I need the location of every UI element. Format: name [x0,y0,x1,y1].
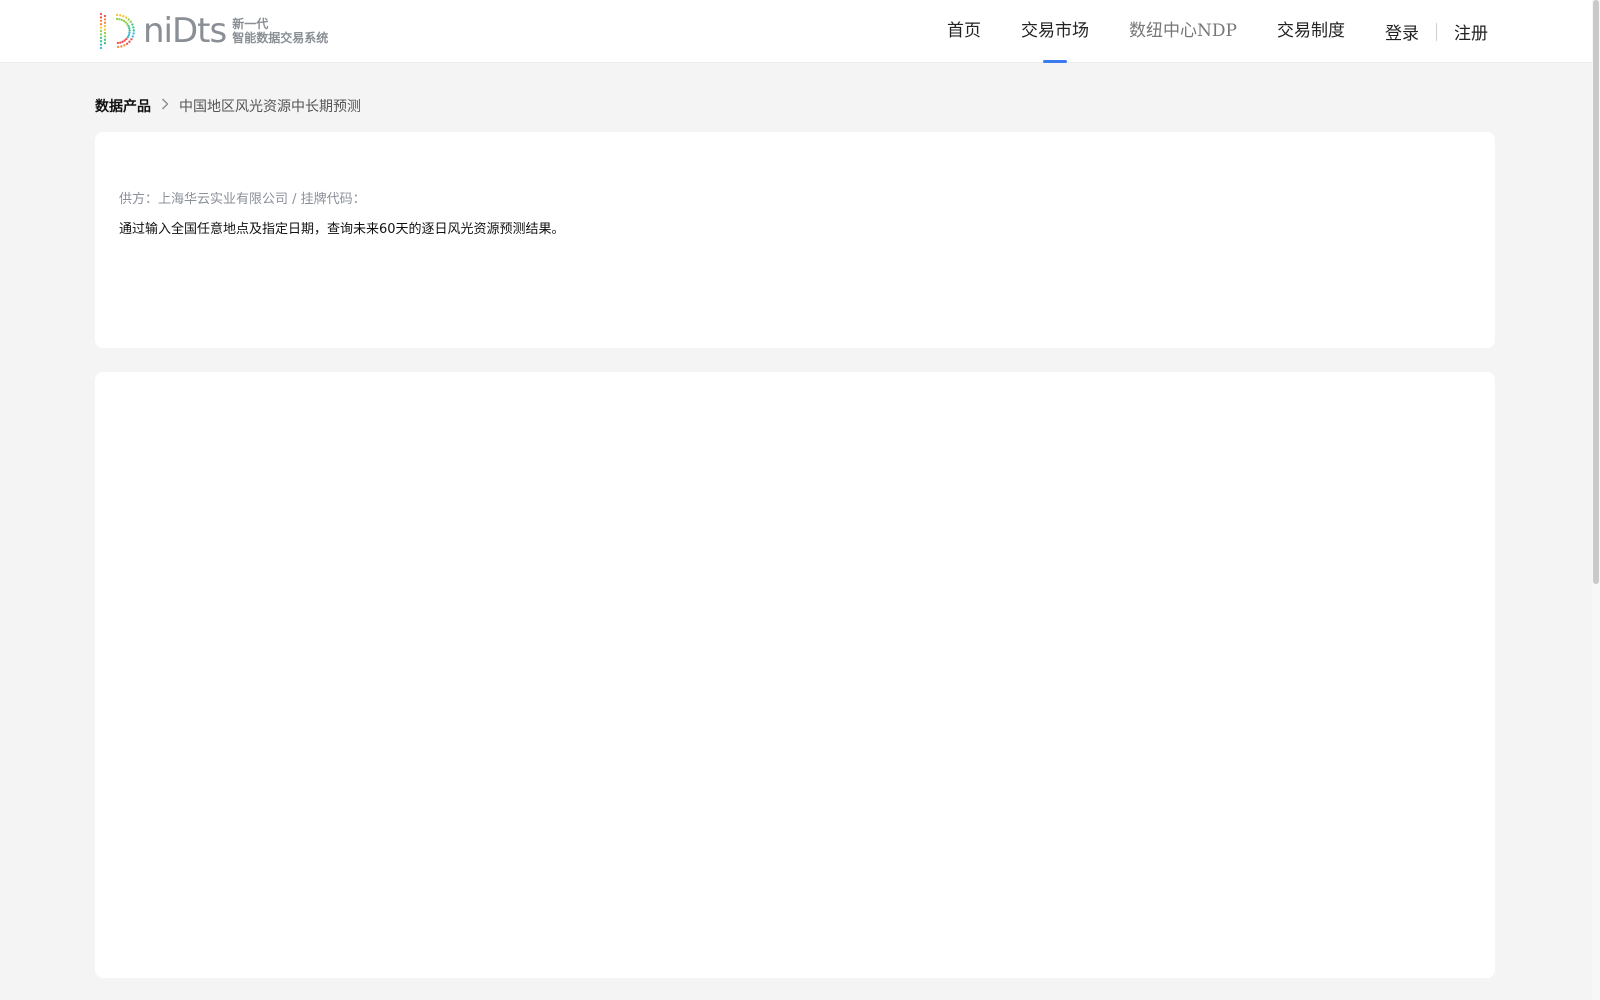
nav-item-home[interactable]: 首页 [947,0,981,63]
product-detail-panel [95,372,1495,978]
site-logo[interactable]: niDts 新一代 智能数据交易系统 [95,11,328,51]
breadcrumb-root[interactable]: 数据产品 [95,96,151,116]
scrollbar-thumb[interactable] [1593,0,1599,584]
login-link[interactable]: 登录 [1385,19,1419,44]
page-scrollbar[interactable] [1592,0,1600,1000]
top-header: niDts 新一代 智能数据交易系统 首页 交易市场 数纽中心NDP 交易制度 … [0,0,1592,63]
logo-tagline-line2: 智能数据交易系统 [232,31,329,45]
nav-item-rules[interactable]: 交易制度 [1277,0,1345,63]
breadcrumb: 数据产品 中国地区风光资源中长期预测 [95,96,361,116]
breadcrumb-current: 中国地区风光资源中长期预测 [179,99,361,115]
product-description: 通过输入全国任意地点及指定日期，查询未来60天的逐日风光资源预测结果。 [119,222,565,237]
logo-wordmark: niDts [143,11,227,51]
logo-d-icon [99,12,135,50]
auth-links: 登录 注册 [1385,0,1488,63]
register-link[interactable]: 注册 [1454,19,1488,44]
product-info-card: 供方：上海华云实业有限公司 / 挂牌代码： 通过输入全国任意地点及指定日期，查询… [95,132,1495,348]
auth-divider [1436,22,1437,41]
nav-item-ndp[interactable]: 数纽中心NDP [1129,0,1237,63]
logo-tagline: 新一代 智能数据交易系统 [232,17,328,45]
logo-tagline-line1: 新一代 [232,17,269,31]
main-nav: 首页 交易市场 数纽中心NDP 交易制度 登录 注册 [907,0,1488,63]
page: niDts 新一代 智能数据交易系统 首页 交易市场 数纽中心NDP 交易制度 … [0,0,1600,1000]
nav-item-market[interactable]: 交易市场 [1021,0,1089,63]
chevron-right-icon [161,98,169,114]
supplier-info: 供方：上海华云实业有限公司 / 挂牌代码： [119,192,366,207]
